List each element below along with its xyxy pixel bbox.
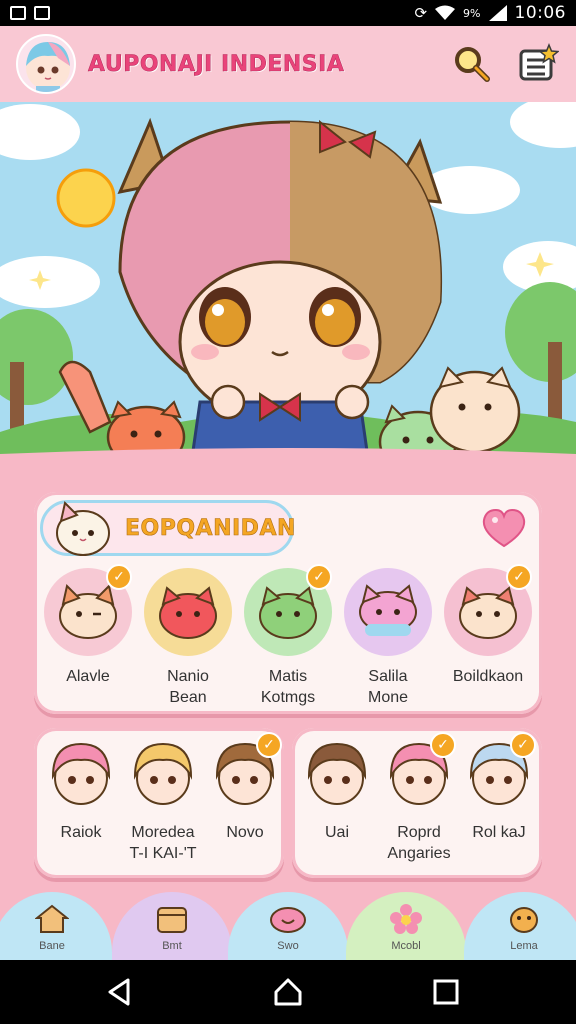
nav-label: Swo [277,940,299,952]
signal-icon [488,5,507,21]
flower-icon [390,904,422,934]
search-icon [455,47,490,82]
back-icon[interactable] [104,976,136,1008]
app-header: AUPONAJI INDENSIA [0,26,576,102]
character-card-1[interactable]: Raiok [40,736,122,843]
pet-card-4[interactable]: Salila Mone [338,568,438,708]
nav-label: Bane [39,940,65,952]
section-header: EOPQANIDAN [40,500,296,556]
hero-illustration [0,102,576,472]
pet-avatar: ✓ [444,564,532,656]
nav-tab-calendar[interactable]: Bmt [112,892,232,960]
nav-tab-home[interactable]: Bane [0,892,112,960]
character-name: Novo [226,824,264,841]
hero-banner [0,102,576,472]
nav-label: Mcobl [391,940,421,952]
character-card-6[interactable]: ✓ Rol kaJ [458,732,540,843]
menu-list-icon [519,43,559,81]
character-avatar [51,742,111,805]
character-card-5[interactable]: ✓ Roprd Angaries [378,732,460,864]
nav-tab-flower[interactable]: Mcobl [346,892,466,960]
profile-avatar[interactable] [16,34,76,94]
menu-button[interactable] [514,40,562,88]
character-name: Moredea T-I KAI-'T [129,824,197,862]
new-badge: ✓ [430,732,456,758]
sync-icon: ⟳ [414,4,428,22]
wifi-icon [435,5,456,20]
pet-name: Nanio Bean [167,668,209,706]
clock: 10:06 [514,3,566,23]
pet-name: Boildkaon [452,668,524,685]
cream-cat-pet [429,366,521,454]
new-badge: ✓ [510,732,536,758]
new-badge: ✓ [506,564,532,590]
nav-tab-social[interactable]: Swo [228,892,348,960]
pet-name: Alavle [66,668,110,685]
battery-percent: 9% [463,6,481,20]
bottom-nav: Bane Bmt Swo Mcobl Lema [0,886,576,960]
photo-notification-icon [34,6,50,20]
pet-avatar [144,568,232,656]
pet-avatar [344,568,432,656]
mascot-icon [56,501,110,556]
pet-name: Matis Kotmgs [260,668,316,706]
home-nav-icon[interactable] [272,976,304,1008]
status-bar: ⟳ 9% 10:06 [0,0,576,26]
nav-label: Lema [510,940,538,952]
section-title: EOPQANIDAN [125,515,296,541]
pet-name: Salila Mone [367,668,409,706]
character-card-2[interactable]: Moredea T-I KAI-'T [122,736,204,864]
character-card-4[interactable]: Uai [296,736,378,843]
character-avatar [307,742,367,805]
hearts-icon [270,907,306,933]
nav-tab-profile[interactable]: Lema [464,892,576,960]
character-name: Raiok [60,824,102,841]
favorite-heart-icon[interactable] [480,506,528,550]
pet-card-3[interactable]: ✓ Matis Kotmgs [238,564,338,708]
character-avatar [133,742,193,805]
gallery-notification-icon [10,6,26,20]
system-nav-bar [0,960,576,1024]
pet-card-5[interactable]: ✓ Boildkaon [438,564,538,687]
character-name: Rol kaJ [472,824,526,841]
new-badge: ✓ [306,564,332,590]
new-badge: ✓ [106,564,132,590]
new-badge: ✓ [256,732,282,758]
home-icon [35,904,69,933]
calendar-icon [157,907,187,933]
character-card-3[interactable]: ✓ Novo [204,732,286,843]
character-name: Roprd Angaries [387,824,451,862]
app-title: AUPONAJI INDENSIA [88,51,345,77]
recents-icon[interactable] [430,976,462,1008]
sun-icon [56,168,116,228]
bear-icon [510,907,538,933]
character-name: Uai [324,824,349,841]
pet-avatar: ✓ [44,564,132,656]
pet-avatar: ✓ [244,564,332,656]
pet-card-1[interactable]: ✓ Alavle [38,564,138,687]
nav-label: Bmt [162,940,182,952]
search-button[interactable] [448,40,496,88]
pet-card-2[interactable]: Nanio Bean [138,568,238,708]
